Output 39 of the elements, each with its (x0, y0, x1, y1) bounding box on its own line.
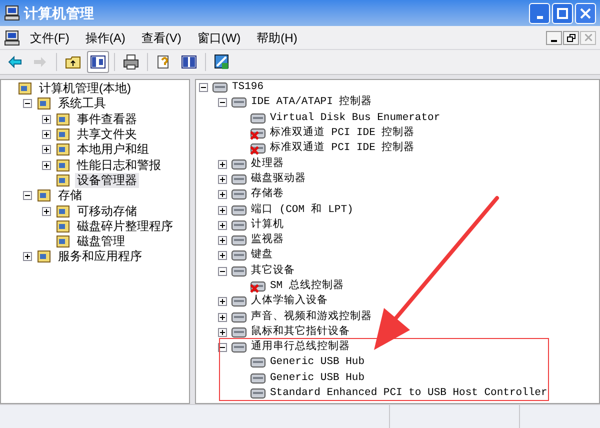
tree-item[interactable]: Generic USB Hub (270, 355, 365, 370)
tree-item[interactable]: 存储卷 (251, 187, 284, 202)
tree-item[interactable]: 磁盘驱动器 (251, 172, 306, 187)
tree-item[interactable]: TS196 (232, 80, 264, 96)
tree-item[interactable]: 端口 (COM 和 LPT) (251, 202, 354, 218)
tree-item[interactable]: 标准双通道 PCI IDE 控制器 (270, 141, 415, 156)
tree-item[interactable]: 本地用户和组 (75, 142, 151, 158)
tree-item[interactable]: 其它设备 (251, 264, 295, 279)
tree-item[interactable]: 可移动存储 (75, 204, 139, 219)
tree-item[interactable]: 系统工具 (56, 96, 108, 112)
tree-item[interactable]: IDE ATA/ATAPI 控制器 (251, 95, 372, 110)
tree-item[interactable]: 鼠标和其它指针设备 (251, 324, 350, 340)
tree-item[interactable]: Standard Enhanced PCI to USB Host Controller (270, 386, 548, 402)
tree-item[interactable]: 声音、视频和游戏控制器 (251, 310, 372, 325)
tree-item[interactable]: SM 总线控制器 (270, 279, 344, 294)
tree-item[interactable]: 共享文件夹 (75, 127, 139, 142)
tree-item[interactable]: 服务和应用程序 (56, 249, 144, 264)
tree-item[interactable]: 性能日志和警报 (75, 158, 163, 173)
tree-item[interactable]: 磁盘碎片整理程序 (75, 218, 175, 234)
tree-item[interactable]: 键盘 (251, 248, 273, 264)
window-title: 计算机管理 (24, 4, 94, 22)
tree-item[interactable]: 处理器 (251, 156, 284, 172)
tree-item[interactable]: Generic USB Hub (270, 370, 365, 386)
menu-item[interactable]: 操作(A) (83, 28, 128, 46)
tree-item[interactable]: 磁盘管理 (75, 234, 127, 250)
tree-item[interactable]: 存储 (56, 188, 84, 204)
menu-item[interactable]: 帮助(H) (254, 28, 300, 46)
tree-item[interactable]: 设备管理器 (75, 172, 139, 188)
tree-item[interactable]: Virtual Disk Bus Enumerator (270, 110, 440, 126)
menu-item[interactable]: 查看(V) (139, 28, 184, 46)
tree-item[interactable]: 标准双通道 PCI IDE 控制器 (270, 126, 415, 142)
menu-item[interactable]: 文件(F) (28, 28, 72, 46)
tree-item[interactable]: 通用串行总线控制器 (251, 340, 350, 356)
tree-item[interactable]: 计算机管理(本地) (37, 81, 133, 96)
tree-item[interactable]: 人体学输入设备 (251, 294, 328, 310)
menu-item[interactable]: 窗口(W) (195, 28, 243, 46)
tree-item[interactable]: 计算机 (251, 218, 284, 233)
tree-item[interactable]: 事件查看器 (75, 112, 139, 127)
tree-item[interactable]: 监视器 (251, 233, 284, 248)
